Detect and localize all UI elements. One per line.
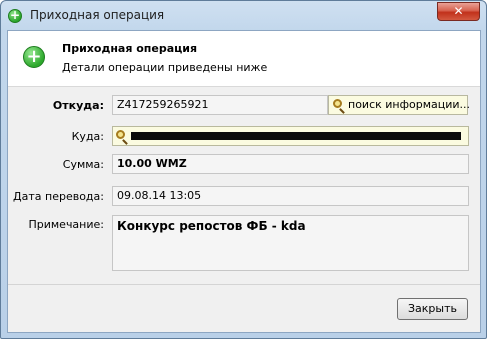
window-close-button[interactable]: ✕ bbox=[437, 2, 480, 21]
plus-icon: + bbox=[8, 8, 22, 23]
lookup-info-button[interactable]: поиск информации... bbox=[328, 95, 471, 115]
date-label: Дата перевода: bbox=[13, 190, 104, 203]
window-title: Приходная операция bbox=[30, 8, 165, 22]
date-field[interactable]: 09.08.14 13:05 bbox=[112, 186, 469, 206]
lookup-info-label: поиск информации... bbox=[348, 98, 471, 111]
footer-separator bbox=[8, 284, 480, 285]
dialog-window: + Приходная операция ✕ + Приходная опера… bbox=[0, 0, 487, 339]
to-field[interactable] bbox=[112, 126, 469, 146]
redacted-text bbox=[131, 132, 461, 140]
plus-icon: + bbox=[23, 46, 45, 68]
header-subtitle: Детали операции приведены ниже bbox=[62, 61, 268, 74]
title-bar[interactable]: + Приходная операция ✕ bbox=[1, 1, 486, 31]
dialog-header: + Приходная операция Детали операции при… bbox=[8, 31, 480, 87]
amount-field[interactable]: 10.00 WMZ bbox=[112, 154, 469, 174]
magnifier-icon bbox=[333, 99, 342, 108]
amount-label: Сумма: bbox=[62, 158, 104, 171]
dialog-body: + Приходная операция Детали операции при… bbox=[7, 30, 481, 333]
from-field[interactable]: Z417259265921 bbox=[112, 95, 328, 115]
magnifier-icon bbox=[116, 130, 125, 139]
to-label: Куда: bbox=[71, 130, 104, 143]
note-label: Примечание: bbox=[28, 218, 104, 231]
header-title: Приходная операция bbox=[62, 42, 198, 55]
note-field[interactable]: Конкурс репостов ФБ - kda bbox=[112, 215, 469, 271]
from-label: Откуда: bbox=[52, 99, 104, 112]
close-button[interactable]: Закрыть bbox=[397, 298, 468, 320]
